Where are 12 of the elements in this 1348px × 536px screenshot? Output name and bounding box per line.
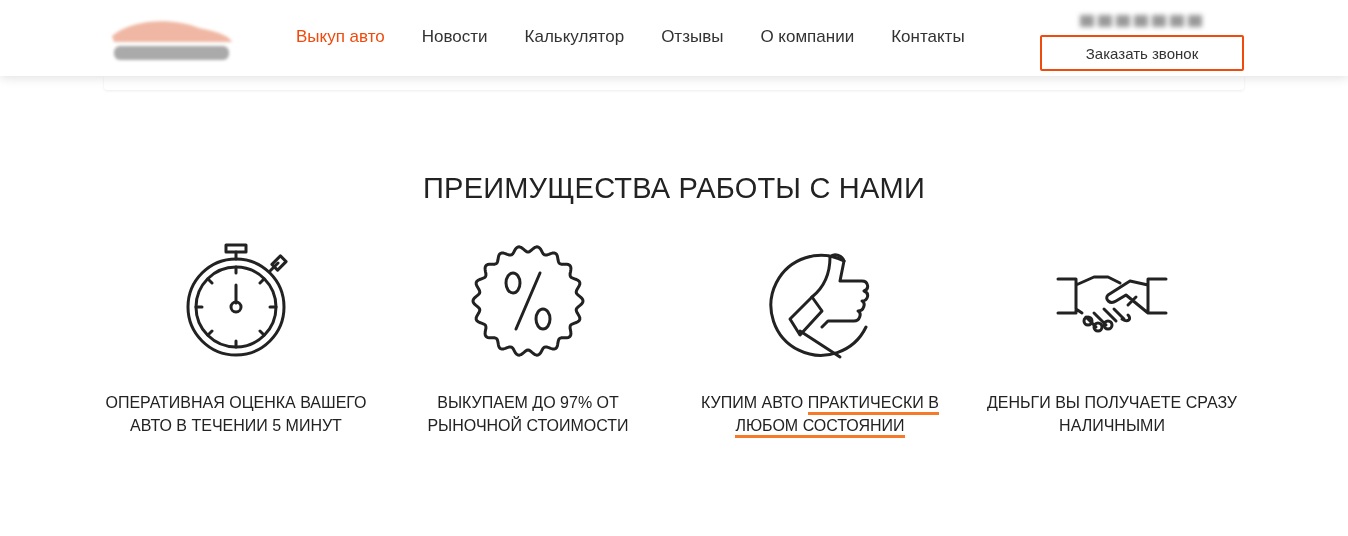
section-title: ПРЕИМУЩЕСТВА РАБОТЫ С НАМИ: [422, 172, 926, 205]
advantage-text: ДЕНЬГИ ВЫ ПОЛУЧАЕТЕ СРАЗУ НАЛИЧНЫМИ: [985, 393, 1239, 436]
nav-link[interactable]: Калькулятор: [524, 26, 625, 47]
callback-button[interactable]: Заказать звонок: [1040, 35, 1244, 71]
nav-link[interactable]: О компании: [760, 26, 855, 47]
nav-link[interactable]: Контакты: [891, 26, 965, 47]
advantage-text: ОПЕРАТИВНАЯ ОЦЕНКА ВАШЕГО АВТО В ТЕЧЕНИИ 5 МИНУТ: [104, 393, 368, 436]
advantage-text: ВЫКУПАЕМ ДО 97% ОТ РЫНОЧНОЙ СТОИМОСТИ: [426, 393, 630, 436]
nav-link[interactable]: Выкуп авто: [296, 26, 385, 47]
nav-link[interactable]: Новости: [421, 26, 488, 47]
nav-link[interactable]: Отзывы: [661, 26, 724, 47]
advantage-text: КУПИМ АВТО ПРАКТИЧЕСКИ В ЛЮБОМ СОСТОЯНИИ: [685, 391, 955, 437]
